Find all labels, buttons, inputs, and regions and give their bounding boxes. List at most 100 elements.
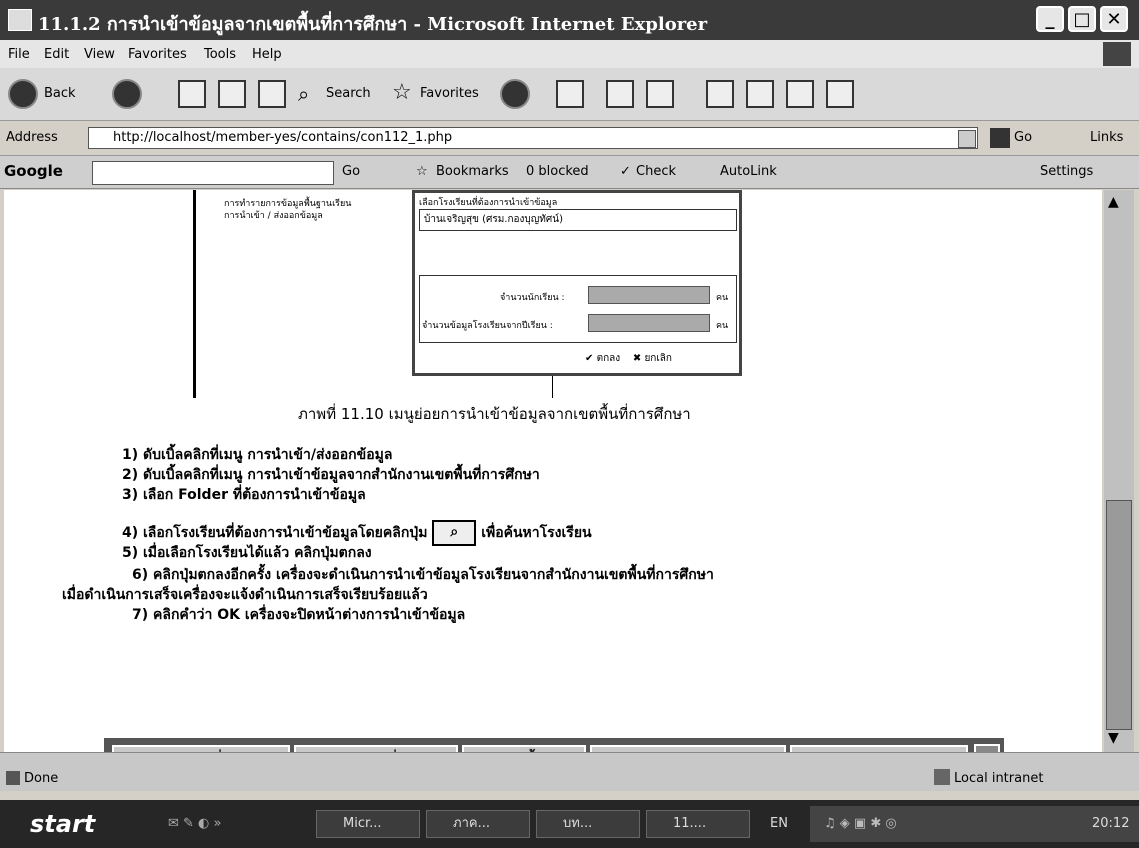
start-button[interactable]: start [0,806,120,842]
tray-icons[interactable]: ♫ ◈ ▣ ✱ ◎ [824,816,897,831]
scroll-down-icon[interactable]: ▼ [1108,730,1119,746]
minimize-button[interactable]: _ [1036,6,1064,32]
home-icon[interactable] [258,80,286,108]
student-count-field [588,286,710,304]
window-title: 11.1.2 การนำเข้าข้อมูลจากเขตพื้นที่การศึ… [38,14,708,35]
menu-edit[interactable]: Edit [44,47,69,62]
step-7: 7) คลิกคำว่า OK เครื่องจะปิดหน้าต่างการน… [132,607,466,623]
intranet-zone-icon [934,769,950,785]
go-button[interactable]: Go [1014,130,1032,145]
step-6-continued: เมื่อดำเนินการเสร็จเครื่องจะแจ้งดำเนินกา… [62,587,428,603]
search-icon[interactable]: ⌕ [298,82,309,106]
cancel-x-icon: ✖ [632,353,642,364]
menu-view[interactable]: View [84,47,115,62]
google-search-input[interactable] [92,161,334,185]
dialog-ok-label: ตกลง [596,353,621,364]
language-indicator[interactable]: EN [770,816,788,831]
address-label: Address [6,130,58,145]
step-6: 6) คลิกปุ่มตกลงอีกครั้ง เครื่องจะดำเนินก… [132,567,714,583]
school-data-label: จำนวนข้อมูลโรงเรียนจากปีเรียน : [422,321,553,331]
go-arrow-icon[interactable] [990,128,1010,148]
dialog-header: เลือกโรงเรียนที่ต้องการนำเข้าข้อมูล [419,198,558,208]
windows-logo-icon [1103,42,1131,66]
menu-file[interactable]: File [8,47,30,62]
edit-icon[interactable] [646,80,674,108]
standard-toolbar: Back ⌕ Search ☆ Favorites [0,68,1139,121]
popup-blocked-button[interactable]: 0 blocked [526,164,589,179]
stop-icon[interactable] [178,80,206,108]
spell-check-icon[interactable]: ✓ [620,164,631,179]
address-bar: Address http://localhost/member-yes/cont… [0,121,1139,156]
taskbar-item-doc1[interactable]: ภาค... [426,810,530,838]
google-settings-button[interactable]: Settings [1040,164,1093,179]
status-text: Done [24,771,59,786]
browser-window: 11.1.2 การนำเข้าข้อมูลจากเขตพื้นที่การศึ… [0,0,1139,800]
links-button[interactable]: Links [1090,130,1123,145]
clock: 20:12 [1092,816,1130,831]
autolink-button[interactable]: AutoLink [720,164,777,179]
title-bar: 11.1.2 การนำเข้าข้อมูลจากเขตพื้นที่การศึ… [0,0,1139,40]
step-3: 3) เลือก Folder ที่ต้องการนำเข้าข้อมูล [122,487,366,503]
favorites-button[interactable]: Favorites [420,86,479,101]
vertical-scrollbar[interactable]: ▲ ▼ [1104,190,1134,752]
student-count-unit: คน [716,293,729,303]
maximize-button[interactable]: □ [1068,6,1096,32]
import-dialog-figure: เลือกโรงเรียนที่ต้องการนำเข้าข้อมูล บ้าน… [412,190,742,376]
step-1: 1) ดับเบิ้ลคลิกที่เมนู การนำเข้า/ส่งออกข… [122,447,393,463]
google-logo: Google [4,162,63,180]
forward-arrow-icon[interactable] [112,79,142,109]
check-button[interactable]: Check [636,164,676,179]
address-dropdown-icon[interactable] [958,130,976,148]
favorites-star-icon[interactable]: ☆ [392,80,412,105]
address-input[interactable]: http://localhost/member-yes/contains/con… [88,127,978,149]
figure-caption: ภาพที่ 11.10 เมนูย่อยการนำเข้าข้อมูลจากเ… [298,405,691,423]
bookmarks-star-icon[interactable]: ☆ [416,164,428,179]
step-2: 2) ดับเบิ้ลคลิกที่เมนู การนำเข้าข้อมูลจา… [122,467,540,483]
tree-item-import-export: การนำเข้า / ส่งออกข้อมูล [224,211,323,221]
school-data-field [588,314,710,332]
people-icon[interactable] [826,80,854,108]
refresh-icon[interactable] [218,80,246,108]
discuss-icon[interactable] [706,80,734,108]
security-zone-label: Local intranet [954,771,1044,786]
taskbar-item-doc2[interactable]: บท... [536,810,640,838]
back-arrow-icon[interactable] [8,79,38,109]
print-icon[interactable] [606,80,634,108]
mail-icon[interactable] [556,80,584,108]
magnifier-button-icon: ⌕ [432,520,477,546]
student-count-label: จำนวนนักเรียน : [500,293,565,303]
system-tray: ♫ ◈ ▣ ✱ ◎ 20:12 [810,806,1139,842]
google-go-button[interactable]: Go [342,164,360,179]
menu-help[interactable]: Help [252,47,282,62]
school-select-field: บ้านเจริญสุข (ศรม.กองบุญทัศน์) [419,209,737,231]
status-bar: Done Local intranet [0,752,1139,791]
research-icon[interactable] [746,80,774,108]
scrollbar-thumb[interactable] [1106,500,1132,730]
dialog-cancel-label: ยกเลิก [644,353,672,364]
taskbar-item-word[interactable]: Micr... [316,810,420,838]
taskbar: start ✉ ✎ ◐ » Micr... ภาค... บท... 11...… [0,800,1139,848]
ie-page-icon [8,9,32,31]
menu-bar: File Edit View Favorites Tools Help [0,40,1139,68]
quick-launch-icons[interactable]: ✉ ✎ ◐ » [168,816,221,831]
step-5: 5) เมื่อเลือกโรงเรียนได้แล้ว คลิกปุ่มตกล… [122,545,372,561]
bookmarks-button[interactable]: Bookmarks [436,164,509,179]
dialog-buttons: ✔ ตกลง ✖ ยกเลิก [585,351,672,366]
school-data-unit: คน [716,321,729,331]
figure-pointer-line [552,376,553,398]
page-done-icon [6,771,20,785]
step-4-suffix: เพื่อค้นหาโรงเรียน [481,525,592,541]
figure-border-line [193,190,196,398]
scroll-up-icon[interactable]: ▲ [1108,194,1119,210]
taskbar-item-ie[interactable]: 11.... [646,810,750,838]
close-button[interactable]: ✕ [1100,6,1128,32]
messenger-icon[interactable] [786,80,814,108]
step-4-text: 4) เลือกโรงเรียนที่ต้องการนำเข้าข้อมูลโด… [122,525,428,541]
search-button[interactable]: Search [326,86,371,101]
page-content: การทำรายการข้อมูลพื้นฐานเรียน การนำเข้า … [4,190,1102,782]
menu-favorites[interactable]: Favorites [128,47,187,62]
back-button[interactable]: Back [44,86,76,101]
dialog-count-group: จำนวนนักเรียน : คน จำนวนข้อมูลโรงเรียนจา… [419,275,737,343]
menu-tools[interactable]: Tools [204,47,236,62]
history-icon[interactable] [500,79,530,109]
